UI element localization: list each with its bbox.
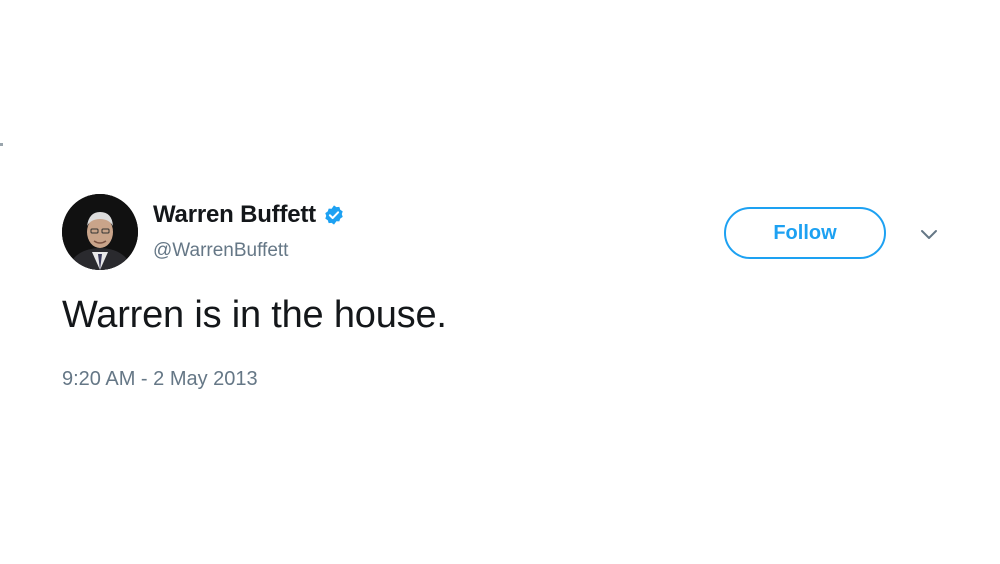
- name-row: Warren Buffett: [153, 200, 345, 230]
- tweet-timestamp[interactable]: 9:20 AM - 2 May 2013: [62, 368, 258, 391]
- edge-mark: [0, 143, 3, 146]
- avatar[interactable]: [62, 194, 138, 270]
- tweet-text: Warren is in the house.: [62, 294, 447, 336]
- profile-photo-icon: [62, 194, 138, 270]
- tweet-card: Warren Buffett @WarrenBuffett Follow War…: [0, 0, 1000, 564]
- user-handle[interactable]: @WarrenBuffett: [153, 240, 288, 262]
- display-name[interactable]: Warren Buffett: [153, 201, 316, 229]
- verified-badge-icon: [325, 205, 343, 225]
- follow-button[interactable]: Follow: [724, 207, 886, 259]
- chevron-down-icon[interactable]: [918, 226, 940, 242]
